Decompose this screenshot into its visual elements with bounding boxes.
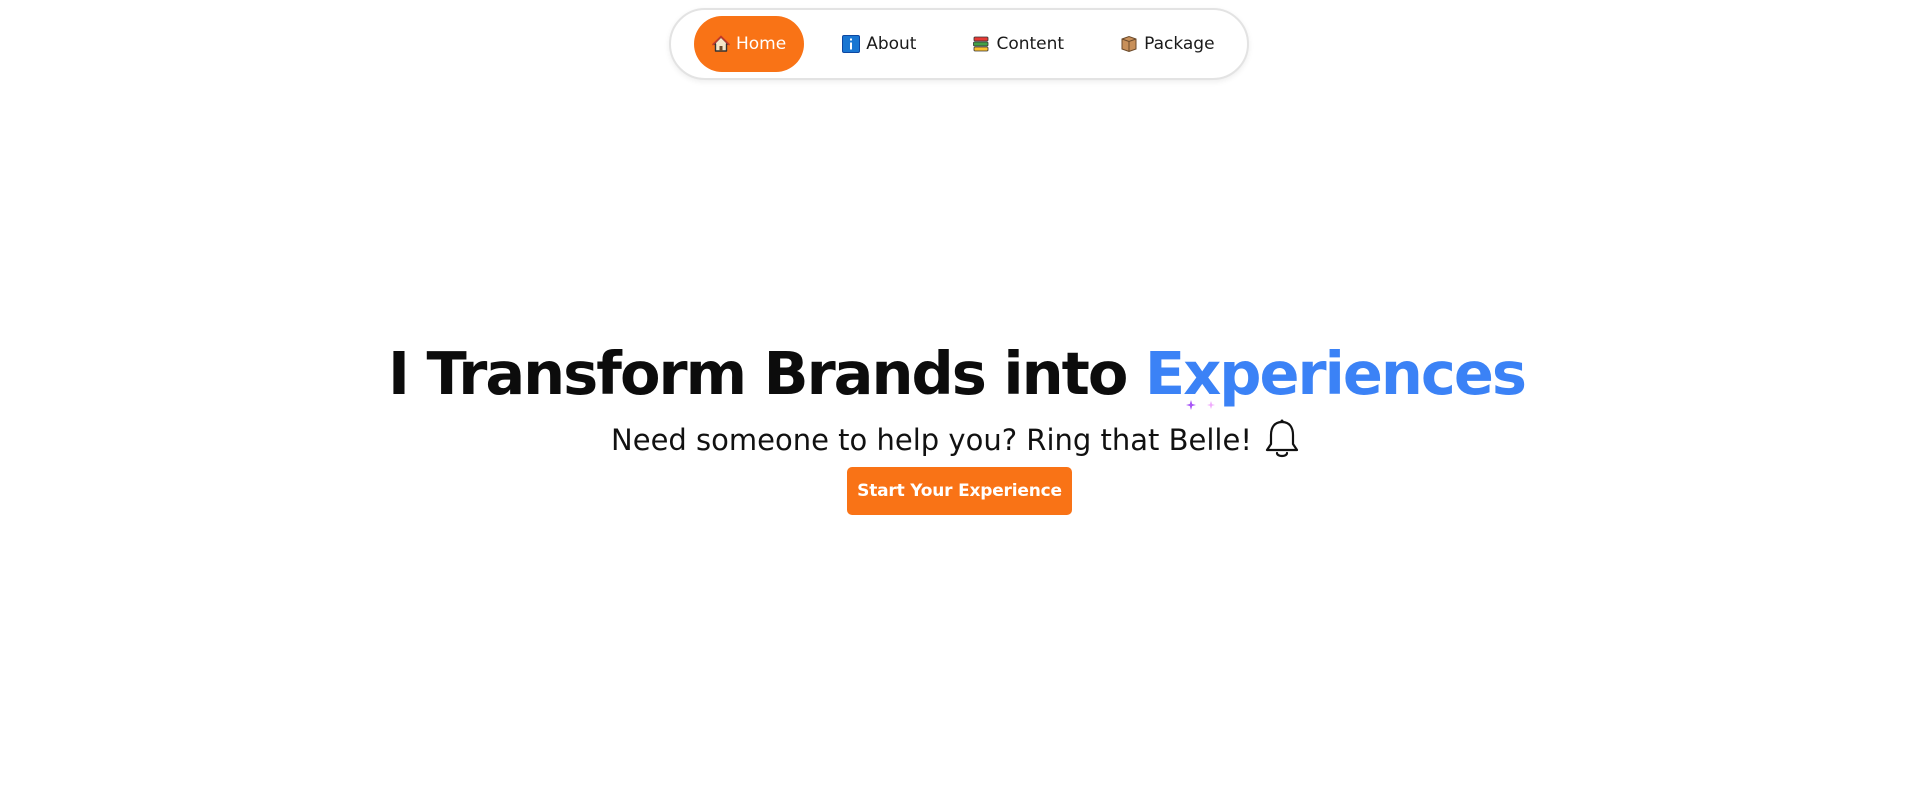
sparkle-icon bbox=[1186, 400, 1215, 410]
books-icon bbox=[972, 35, 990, 53]
nav-item-label: Content bbox=[996, 34, 1065, 54]
package-icon bbox=[1120, 35, 1138, 53]
nav-item-label: Package bbox=[1144, 34, 1215, 54]
hero-subtitle-text: Need someone to help you? Ring that Bell… bbox=[611, 423, 1252, 457]
page: Home About Content Package I Transform B… bbox=[0, 0, 1913, 803]
start-experience-button[interactable]: Start Your Experience bbox=[847, 467, 1072, 515]
bell-icon bbox=[1262, 418, 1302, 462]
nav-item-content[interactable]: Content bbox=[954, 16, 1082, 72]
nav-item-home[interactable]: Home bbox=[694, 16, 805, 72]
hero-title: I Transform Brands into Experiences bbox=[0, 336, 1913, 412]
hero-title-main: I Transform Brands into bbox=[388, 339, 1145, 408]
nav-item-about[interactable]: About bbox=[824, 16, 934, 72]
nav-item-label: About bbox=[866, 34, 917, 54]
nav-item-package[interactable]: Package bbox=[1102, 16, 1232, 72]
hero-subtitle: Need someone to help you? Ring that Bell… bbox=[0, 416, 1913, 464]
info-icon bbox=[842, 35, 861, 53]
house-icon bbox=[712, 35, 730, 53]
top-nav: Home About Content Package bbox=[669, 8, 1249, 80]
nav-item-label: Home bbox=[736, 34, 787, 54]
